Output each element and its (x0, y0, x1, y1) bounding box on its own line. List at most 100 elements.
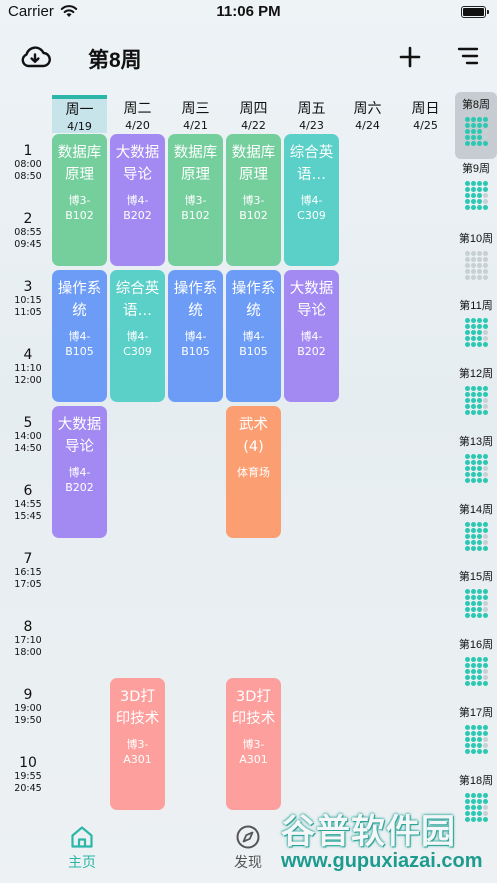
course-card[interactable]: 数据库 原理 博3- B102 (52, 134, 107, 266)
course-card[interactable]: 大数据 导论 博4- B202 (284, 270, 339, 402)
week-dot (476, 471, 482, 477)
week-selector-13[interactable]: 第13周 (455, 435, 497, 495)
day-name: 周三 (181, 101, 210, 117)
course-card[interactable]: 大数据 导论 博4- B202 (52, 406, 107, 538)
course-name: 数据库 (173, 145, 218, 161)
week-dot (470, 329, 476, 335)
watermark-url: www.gupuxiazai.com (281, 850, 483, 872)
add-course-button[interactable] (398, 45, 422, 69)
period-number: 4 (23, 347, 33, 363)
week-label: 第12周 (458, 368, 494, 380)
week-selector-11[interactable]: 第11周 (455, 299, 497, 359)
course-card[interactable]: 操作系统博4- B105 (226, 270, 281, 402)
course-name: 原理 (239, 167, 268, 183)
week-dot (464, 250, 470, 256)
week-dot (476, 323, 482, 329)
week-dot (482, 810, 488, 816)
course-name: 大数据 (57, 417, 102, 433)
week-selector-15[interactable]: 第15周 (455, 570, 497, 630)
week-dot (482, 816, 488, 822)
week-grid-preview (462, 588, 491, 618)
period-label-9: 9 19:00 19:50 (8, 687, 48, 727)
period-end-time: 17:05 (14, 579, 42, 590)
course-card[interactable]: 3D打 印技术 博3- A301 (110, 678, 165, 810)
week-dot (482, 742, 488, 748)
course-card[interactable]: 3D打 印技术 博3- A301 (226, 678, 281, 810)
week-dot (482, 748, 488, 754)
week-selector-12[interactable]: 第12周 (455, 367, 497, 427)
week-dot (464, 521, 470, 527)
week-grid-preview (462, 656, 491, 686)
course-card[interactable]: 操作系统博4- B105 (52, 270, 107, 402)
week-dot (482, 545, 488, 551)
course-room: B105 (181, 345, 210, 358)
period-end-time: 08:50 (14, 171, 42, 182)
week-dot (470, 116, 476, 122)
week-selector-17[interactable]: 第17周 (455, 706, 497, 766)
period-start-time: 19:55 (14, 771, 42, 782)
week-dot (476, 588, 482, 594)
week-dot (476, 533, 482, 539)
course-card[interactable]: 综合英 语… 博4- C309 (284, 134, 339, 266)
week-selector-10[interactable]: 第10周 (455, 232, 497, 292)
course-card[interactable]: 数据库 原理 博3- B102 (168, 134, 223, 266)
week-dot (476, 730, 482, 736)
week-selector-9[interactable]: 第9周 (455, 162, 497, 222)
period-end-time: 18:00 (14, 647, 42, 658)
day-name: 周二 (123, 101, 152, 117)
week-dot (482, 527, 488, 533)
week-dot (470, 612, 476, 618)
week-dot (470, 274, 476, 280)
week-dot (476, 140, 482, 146)
week-dot (470, 140, 476, 146)
home-icon (71, 826, 93, 848)
week-dot (482, 521, 488, 527)
tab-home[interactable]: 主页 (52, 824, 112, 872)
week-dot (482, 465, 488, 471)
week-dot (476, 180, 482, 186)
course-name: 原理 (181, 167, 210, 183)
week-dot (470, 792, 476, 798)
course-card[interactable]: 数据库 原理 博3- B102 (226, 134, 281, 266)
week-dot (476, 545, 482, 551)
week-selector-18[interactable]: 第18周 (455, 774, 497, 834)
course-card[interactable]: 大数据 导论 博4- B202 (110, 134, 165, 266)
week-dot (476, 262, 482, 268)
week-dot (476, 403, 482, 409)
week-selector-14[interactable]: 第14周 (455, 503, 497, 563)
week-dot (476, 816, 482, 822)
week-dot (464, 792, 470, 798)
course-card[interactable]: 武术 (4) 体育场 (226, 406, 281, 538)
week-dot (470, 192, 476, 198)
week-dot (476, 397, 482, 403)
day-date: 4/23 (299, 119, 324, 132)
menu-icon[interactable] (457, 46, 479, 66)
week-dot (476, 594, 482, 600)
course-card[interactable]: 操作系统博4- B105 (168, 270, 223, 402)
period-number: 9 (23, 687, 33, 703)
week-dot (476, 122, 482, 128)
tab-discover[interactable]: 发现 (218, 824, 278, 872)
week-selector-16[interactable]: 第16周 (455, 638, 497, 698)
week-dot (476, 250, 482, 256)
week-dot (470, 804, 476, 810)
week-dot (464, 391, 470, 397)
period-number: 10 (19, 755, 37, 771)
week-dot (464, 600, 470, 606)
week-dot (470, 262, 476, 268)
week-dot (482, 341, 488, 347)
course-card[interactable]: 综合英 语… 博4- C309 (110, 270, 165, 402)
course-room: 博3- (242, 194, 265, 207)
day-name: 周日 (411, 101, 440, 117)
week-selector-8[interactable]: 第8周 (455, 92, 497, 159)
course-name: 3D打 (120, 689, 155, 705)
page-title[interactable]: 第8周 (88, 44, 142, 74)
course-name: 语… (123, 303, 152, 319)
cloud-download-icon[interactable] (19, 44, 51, 70)
week-dot (470, 317, 476, 323)
week-dot (476, 804, 482, 810)
week-dot (470, 453, 476, 459)
course-name: 导论 (123, 167, 152, 183)
course-room: B102 (65, 209, 94, 222)
watermark-title: 谷普软件园 (281, 812, 456, 852)
